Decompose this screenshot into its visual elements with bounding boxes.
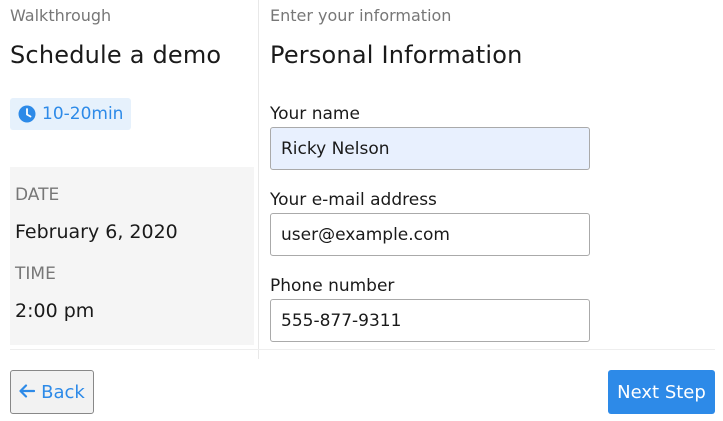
form-title: Personal Information <box>270 41 523 69</box>
duration-label: 10-20min <box>42 104 124 124</box>
back-label: Back <box>41 381 85 403</box>
appointment-details: DATE February 6, 2020 TIME 2:00 pm <box>10 167 254 345</box>
summary-title: Schedule a demo <box>10 41 222 69</box>
date-value: February 6, 2020 <box>15 221 178 243</box>
name-field[interactable] <box>270 127 590 170</box>
time-value: 2:00 pm <box>15 300 95 322</box>
form-eyebrow: Enter your information <box>270 6 452 25</box>
next-step-button[interactable]: Next Step <box>608 370 715 414</box>
back-button[interactable]: Back <box>10 370 94 414</box>
email-field[interactable] <box>270 213 590 256</box>
clock-icon <box>18 105 36 123</box>
footer-divider <box>10 349 715 350</box>
phone-field[interactable] <box>270 299 590 342</box>
arrow-left-icon <box>19 382 36 403</box>
email-label: Your e-mail address <box>270 190 437 210</box>
summary-eyebrow: Walkthrough <box>10 6 112 25</box>
duration-badge: 10-20min <box>10 98 132 130</box>
summary-panel: Walkthrough Schedule a demo 10-20min DAT… <box>0 0 259 359</box>
time-label: TIME <box>15 264 56 284</box>
phone-label: Phone number <box>270 276 395 296</box>
name-label: Your name <box>270 104 360 124</box>
form-panel: Enter your information Personal Informat… <box>260 0 723 359</box>
date-label: DATE <box>15 185 60 205</box>
